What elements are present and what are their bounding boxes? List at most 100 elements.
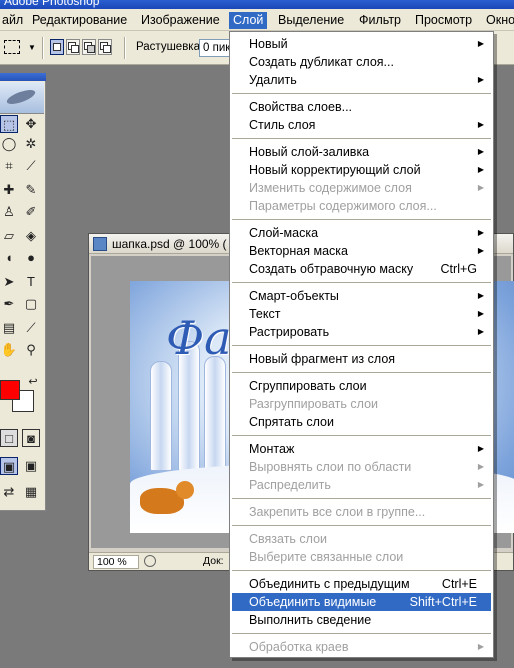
ice-crystal-image [204, 356, 226, 471]
menu-item-arrange[interactable]: Монтаж ▶ [232, 440, 491, 458]
menu-view[interactable]: Просмотр [411, 12, 476, 29]
paint-bucket-icon[interactable]: ◈ [22, 227, 40, 245]
menu-window[interactable]: Окно [482, 12, 514, 29]
jump-to-imageready-icon[interactable]: ⇄ [0, 483, 18, 501]
crop-tool-icon[interactable]: ⌗ [0, 157, 18, 175]
feather-input[interactable]: 0 пикс [199, 39, 233, 57]
menu-item-layer-style[interactable]: Стиль слоя ▶ [232, 116, 491, 134]
submenu-arrow-icon: ▶ [477, 480, 484, 489]
marquee-tool-icon[interactable] [4, 40, 20, 54]
menu-item-new-adjustment-layer[interactable]: Новый корректирующий слой ▶ [232, 161, 491, 179]
eraser-tool-icon[interactable]: ▱ [0, 227, 18, 245]
screen-mode-full-icon[interactable]: ▣ [22, 457, 40, 475]
type-tool-icon[interactable]: T [22, 273, 40, 291]
menubar: айл Редактирование Изображение Слой Выде… [0, 9, 514, 31]
notes-tool-icon[interactable]: ▤ [0, 319, 18, 337]
lasso-tool-icon[interactable]: ◯ [0, 135, 18, 153]
history-brush-icon[interactable]: ✐ [22, 203, 40, 221]
palette-titlebar[interactable] [0, 73, 46, 81]
menu-item-type[interactable]: Текст ▶ [232, 305, 491, 323]
menu-item-distribute: Распределить ▶ [249, 478, 484, 492]
menu-item-matting: Обработка краев ▶ [249, 640, 484, 654]
ice-crystal-image [150, 361, 172, 471]
menu-item-smart-objects[interactable]: Смарт-объекты ▶ [232, 287, 491, 305]
zoom-field[interactable]: 100 % [93, 555, 139, 569]
menu-item-layer-mask[interactable]: Слой-маска ▶ [232, 224, 491, 242]
swap-colors-icon[interactable]: ↩ [24, 373, 42, 391]
doc-size-label: Док: [203, 555, 224, 567]
imageready-icon[interactable]: ▦ [22, 483, 40, 501]
menu-edit[interactable]: Редактирование [28, 12, 131, 29]
shape-tool-icon[interactable]: ▢ [22, 295, 40, 313]
menu-image[interactable]: Изображение [137, 12, 224, 29]
healing-brush-icon[interactable]: ✚ [0, 181, 18, 199]
photoshop-feather-logo [0, 82, 44, 114]
submenu-arrow-icon: ▶ [477, 462, 484, 471]
menu-separator [232, 345, 491, 347]
menu-item-duplicate-layer[interactable]: Создать дубликат слоя... [232, 53, 491, 71]
menu-item-vector-mask[interactable]: Векторная маска ▶ [232, 242, 491, 260]
feather-label: Растушевка: [136, 41, 204, 53]
subtract-selection-mode-button[interactable] [82, 39, 96, 55]
menu-separator [232, 570, 491, 572]
menu-select[interactable]: Выделение [274, 12, 348, 29]
add-selection-mode-button[interactable] [66, 39, 80, 55]
menu-item-link-layers: Связать слои [249, 532, 328, 546]
submenu-arrow-icon: ▶ [477, 444, 484, 453]
blur-tool-icon[interactable]: ◖ [0, 249, 18, 267]
menu-item-layer-content-options: Параметры содержимого слоя... [249, 199, 437, 213]
menu-separator [232, 372, 491, 374]
menu-item-lock-all-layers: Закрепить все слои в группе... [249, 505, 426, 519]
menu-separator [232, 498, 491, 500]
pen-tool-icon[interactable]: ✒ [0, 295, 18, 313]
status-icon[interactable] [144, 555, 156, 567]
screen-mode-standard-icon[interactable]: ▣ [0, 457, 18, 475]
eyedropper-tool-icon[interactable]: ⟋ [22, 319, 40, 337]
magic-wand-icon[interactable]: ✲ [22, 135, 40, 153]
divider [124, 37, 126, 59]
hand-tool-icon[interactable]: ✋ [0, 341, 18, 359]
menu-layer[interactable]: Слой [229, 12, 268, 29]
menu-item-merge-down[interactable]: Объединить с предыдущим Ctrl+E [232, 575, 491, 593]
menu-file[interactable]: айл [0, 12, 27, 29]
menu-item-group-layers[interactable]: Сгруппировать слои [232, 377, 491, 395]
menu-item-new-layer-based-slice[interactable]: Новый фрагмент из слоя [232, 350, 491, 368]
menu-item-create-clipping-mask[interactable]: Создать обтравочную маску Ctrl+G [232, 260, 491, 278]
standard-mode-icon[interactable]: □ [0, 429, 18, 447]
menu-item-new[interactable]: Новый ▶ [232, 35, 491, 53]
intersect-selection-mode-button[interactable] [98, 39, 112, 55]
dodge-tool-icon[interactable]: ● [22, 249, 40, 267]
zoom-tool-icon[interactable]: ⚲ [22, 341, 40, 359]
menu-item-hide-layers[interactable]: Спрятать слои [232, 413, 491, 431]
menu-item-flatten-image[interactable]: Выполнить сведение [232, 611, 491, 629]
menu-item-new-fill-layer[interactable]: Новый слой-заливка ▶ [232, 143, 491, 161]
marquee-tool-icon[interactable]: ⬚ [0, 115, 18, 133]
submenu-arrow-icon: ▶ [477, 291, 484, 300]
menu-item-delete[interactable]: Удалить ▶ [232, 71, 491, 89]
menu-item-ungroup-layers: Разгруппировать слои [249, 397, 379, 411]
chevron-down-icon[interactable]: ▼ [28, 43, 36, 52]
clone-stamp-icon[interactable]: ♙ [0, 203, 18, 221]
submenu-arrow-icon: ▶ [477, 165, 484, 174]
decorative-script-image: Фа [166, 311, 232, 365]
menu-separator [232, 138, 491, 140]
quick-mask-icon[interactable]: ◙ [22, 429, 40, 447]
foreground-color-swatch[interactable] [0, 380, 20, 400]
menu-item-merge-visible[interactable]: Объединить видимые Shift+Ctrl+E [232, 593, 491, 611]
brush-tool-icon[interactable]: ✎ [22, 181, 40, 199]
app-title: Adobe Photoshop [4, 0, 100, 8]
menu-item-layer-properties[interactable]: Свойства слоев... [232, 98, 491, 116]
submenu-arrow-icon: ▶ [477, 183, 484, 192]
menu-item-rasterize[interactable]: Растрировать ▶ [232, 323, 491, 341]
divider [42, 37, 44, 59]
menu-filter[interactable]: Фильтр [355, 12, 405, 29]
submenu-arrow-icon: ▶ [477, 120, 484, 129]
slice-tool-icon[interactable]: ⟋ [22, 157, 40, 175]
submenu-arrow-icon: ▶ [477, 309, 484, 318]
path-selection-icon[interactable]: ➤ [0, 273, 18, 291]
move-tool-icon[interactable]: ✥ [22, 115, 40, 133]
submenu-arrow-icon: ▶ [477, 228, 484, 237]
submenu-arrow-icon: ▶ [477, 75, 484, 84]
submenu-arrow-icon: ▶ [477, 327, 484, 336]
new-selection-mode-button[interactable] [50, 39, 64, 55]
